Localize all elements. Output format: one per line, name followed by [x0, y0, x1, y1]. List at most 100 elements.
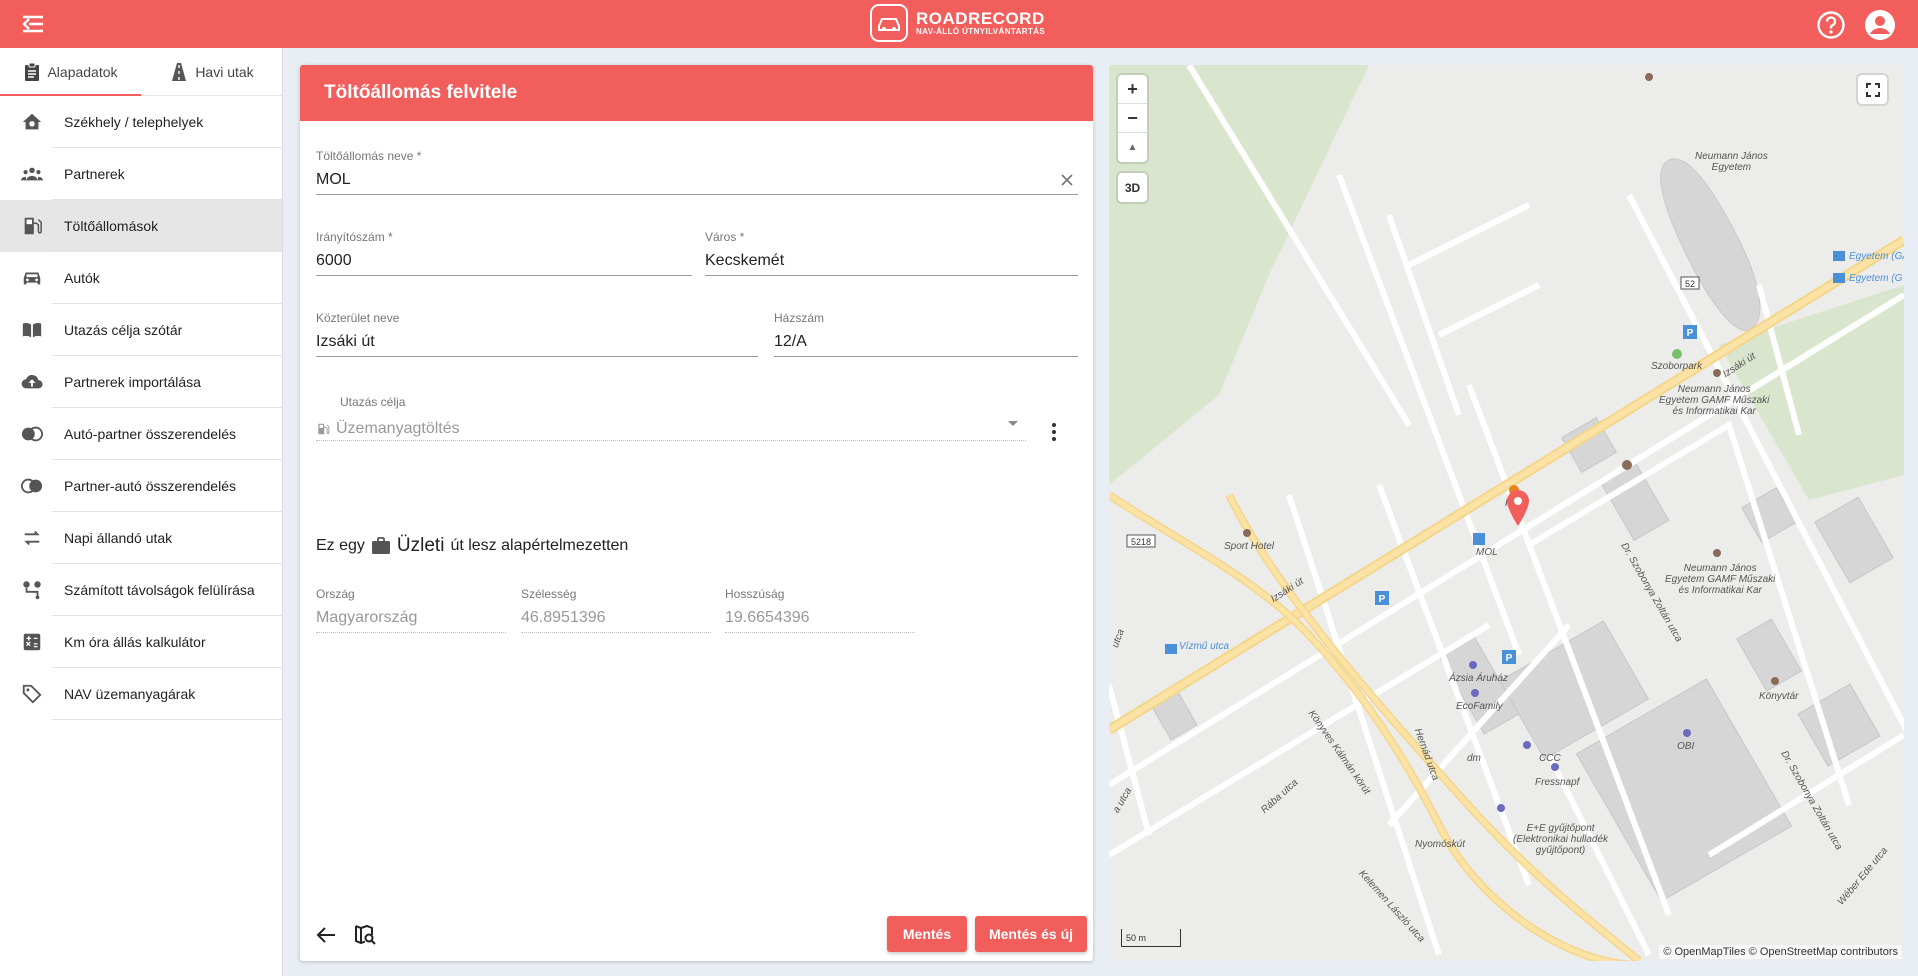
tag-icon — [22, 684, 42, 704]
map-attribution[interactable]: © OpenMapTiles © OpenStreetMap contribut… — [1659, 945, 1902, 959]
svg-text:P: P — [1506, 653, 1513, 664]
trip-prefix: Ez egy — [316, 537, 365, 554]
save-and-new-button[interactable]: Mentés és új — [975, 916, 1087, 952]
map-zoom-controls: + − ▲ — [1118, 75, 1147, 162]
sidebar-item-label: Napi állandó utak — [64, 530, 173, 546]
sidebar-item-label: Km óra állás kalkulátor — [64, 634, 206, 650]
svg-text:52: 52 — [1685, 279, 1695, 289]
map-label-egyetem-2: Egyetem (G — [1849, 273, 1903, 284]
station-name-field[interactable]: Töltőállomás neve * MOL — [316, 149, 1078, 195]
sidebar-item-auto-partner[interactable]: Autó-partner összerendelés — [0, 408, 282, 460]
latitude-value: 46.8951396 — [521, 601, 711, 633]
sidebar-item-label: Számított távolságok felülírása — [64, 582, 255, 598]
latitude-field: Szélesség 46.8951396 — [521, 587, 711, 633]
trip-type-line: Ez egy Üzleti út lesz alapértelmezetten — [316, 535, 628, 557]
map-search-icon[interactable] — [354, 923, 376, 945]
sidebar-item-toltoallomasok[interactable]: Töltőállomások — [0, 200, 282, 252]
station-name-input[interactable]: MOL — [316, 163, 1078, 195]
map-label-konyvtar: Könyvtár — [1759, 691, 1799, 702]
clear-icon[interactable] — [1060, 173, 1074, 187]
form-title: Töltőállomás felvitele — [300, 65, 1093, 121]
longitude-value: 19.6654396 — [725, 601, 915, 633]
tab-label: Havi utak — [195, 63, 254, 80]
more-vert-icon[interactable] — [1052, 423, 1056, 441]
sidebar-item-szekhely[interactable]: Székhely / telephelyek — [0, 96, 282, 148]
field-label: Irányítószám * — [316, 230, 393, 244]
sidebar-tabs: Alapadatok Havi utak — [0, 48, 282, 96]
car-logo-icon — [870, 4, 908, 42]
gas-station-icon — [318, 423, 330, 434]
map-label-nyomokut: Nyomóskút — [1415, 839, 1466, 850]
account-icon[interactable] — [1864, 9, 1896, 41]
car-icon — [23, 272, 41, 285]
sidebar-item-km-kalkulator[interactable]: Km óra állás kalkulátor — [0, 616, 282, 668]
help-icon[interactable] — [1816, 10, 1846, 40]
map-label-fressnapf: Fressnapf — [1535, 777, 1580, 788]
street-field[interactable]: Közterület neve Izsáki út — [316, 311, 758, 357]
house-number-input[interactable]: 12/A — [774, 325, 1078, 357]
sidebar-item-partnerek[interactable]: Partnerek — [0, 148, 282, 200]
zip-input[interactable]: 6000 — [316, 244, 692, 276]
field-label: Utazás célja — [340, 395, 406, 409]
sidebar-item-label: Székhely / telephelyek — [64, 114, 204, 130]
home-gear-icon — [22, 113, 42, 130]
repeat-icon — [24, 530, 40, 546]
fullscreen-button[interactable] — [1858, 75, 1887, 104]
map-fullscreen-control — [1858, 75, 1887, 104]
map-label-ecofamily: EcoFamily — [1456, 701, 1503, 712]
sidebar-item-nav-uzemanyag[interactable]: NAV üzemanyagárak — [0, 668, 282, 720]
tab-havi-utak[interactable]: Havi utak — [141, 48, 282, 95]
brand-subtitle: NAV-ÁLLÓ ÚTNYILVÁNTARTÁS — [916, 27, 1046, 36]
book-icon — [22, 322, 42, 338]
sidebar: Alapadatok Havi utak Székhely / telephel… — [0, 48, 283, 976]
save-button[interactable]: Mentés — [887, 916, 967, 952]
zoom-out-button[interactable]: − — [1118, 104, 1147, 133]
svg-text:5218: 5218 — [1131, 537, 1151, 547]
sidebar-item-label: Partnerek importálása — [64, 374, 201, 390]
chevron-down-icon[interactable] — [1008, 421, 1018, 426]
calculator-icon — [23, 633, 41, 651]
tab-label: Alapadatok — [47, 63, 118, 80]
sidebar-item-tavolsagok[interactable]: Számított távolságok felülírása — [0, 564, 282, 616]
menu-collapse-icon[interactable] — [20, 12, 46, 36]
street-input[interactable]: Izsáki út — [316, 325, 758, 357]
back-arrow-icon[interactable] — [316, 926, 336, 944]
sidebar-item-label: Töltőállomások — [64, 218, 159, 234]
map-label-nje-gamf-1: Neumann János Egyetem GAMF Műszaki és In… — [1659, 384, 1770, 417]
map-label-mol: MOL — [1476, 547, 1498, 558]
briefcase-icon — [371, 537, 390, 554]
sidebar-item-partner-auto[interactable]: Partner-autó összerendelés — [0, 460, 282, 512]
city-field[interactable]: Város * Kecskemét — [705, 230, 1078, 276]
map-label-ccc: CCC — [1539, 753, 1561, 764]
compass-button[interactable]: ▲ — [1118, 133, 1147, 162]
city-input[interactable]: Kecskemét — [705, 244, 1078, 276]
country-value: Magyarország — [316, 601, 506, 633]
zoom-in-button[interactable]: + — [1118, 75, 1147, 104]
sidebar-item-label: Autó-partner összerendelés — [64, 426, 236, 442]
map-label-azsia: Ázsia Áruház — [1449, 673, 1508, 684]
toggle-3d-button[interactable]: 3D — [1118, 173, 1147, 202]
map-label-dm: dm — [1467, 753, 1481, 764]
map-scale: 50 m — [1121, 929, 1181, 947]
trip-purpose-value: Üzemanyagtöltés — [336, 419, 460, 437]
sidebar-item-utazas-celja[interactable]: Utazás célja szótár — [0, 304, 282, 356]
link-circles-icon — [21, 478, 43, 494]
map-label-szoborpark: Szoborpark — [1651, 361, 1703, 372]
zip-field[interactable]: Irányítószám * 6000 — [316, 230, 692, 276]
trip-type[interactable]: Üzleti — [397, 535, 445, 557]
select-value: Üzemanyagtöltés — [316, 409, 1026, 441]
link-circles-icon — [21, 426, 43, 442]
map[interactable]: P P P 52 5218 Neumann János Egyetem Egye — [1109, 65, 1904, 961]
trip-purpose-select[interactable]: Utazás célja Üzemanyagtöltés — [316, 395, 1026, 441]
tab-alapadatok[interactable]: Alapadatok — [0, 48, 141, 96]
top-bar: ROADRECORD NAV-ÁLLÓ ÚTNYILVÁNTARTÁS — [0, 0, 1918, 48]
house-number-field[interactable]: Házszám 12/A — [774, 311, 1078, 357]
route-icon — [23, 581, 41, 600]
brand[interactable]: ROADRECORD NAV-ÁLLÓ ÚTNYILVÁNTARTÁS — [870, 4, 1045, 42]
map-3d-control: 3D — [1118, 173, 1147, 202]
sidebar-item-partnerek-import[interactable]: Partnerek importálása — [0, 356, 282, 408]
field-label: Töltőállomás neve * — [316, 149, 422, 163]
sidebar-item-autok[interactable]: Autók — [0, 252, 282, 304]
sidebar-item-napi-utak[interactable]: Napi állandó utak — [0, 512, 282, 564]
location-pin-icon[interactable] — [1505, 489, 1531, 527]
